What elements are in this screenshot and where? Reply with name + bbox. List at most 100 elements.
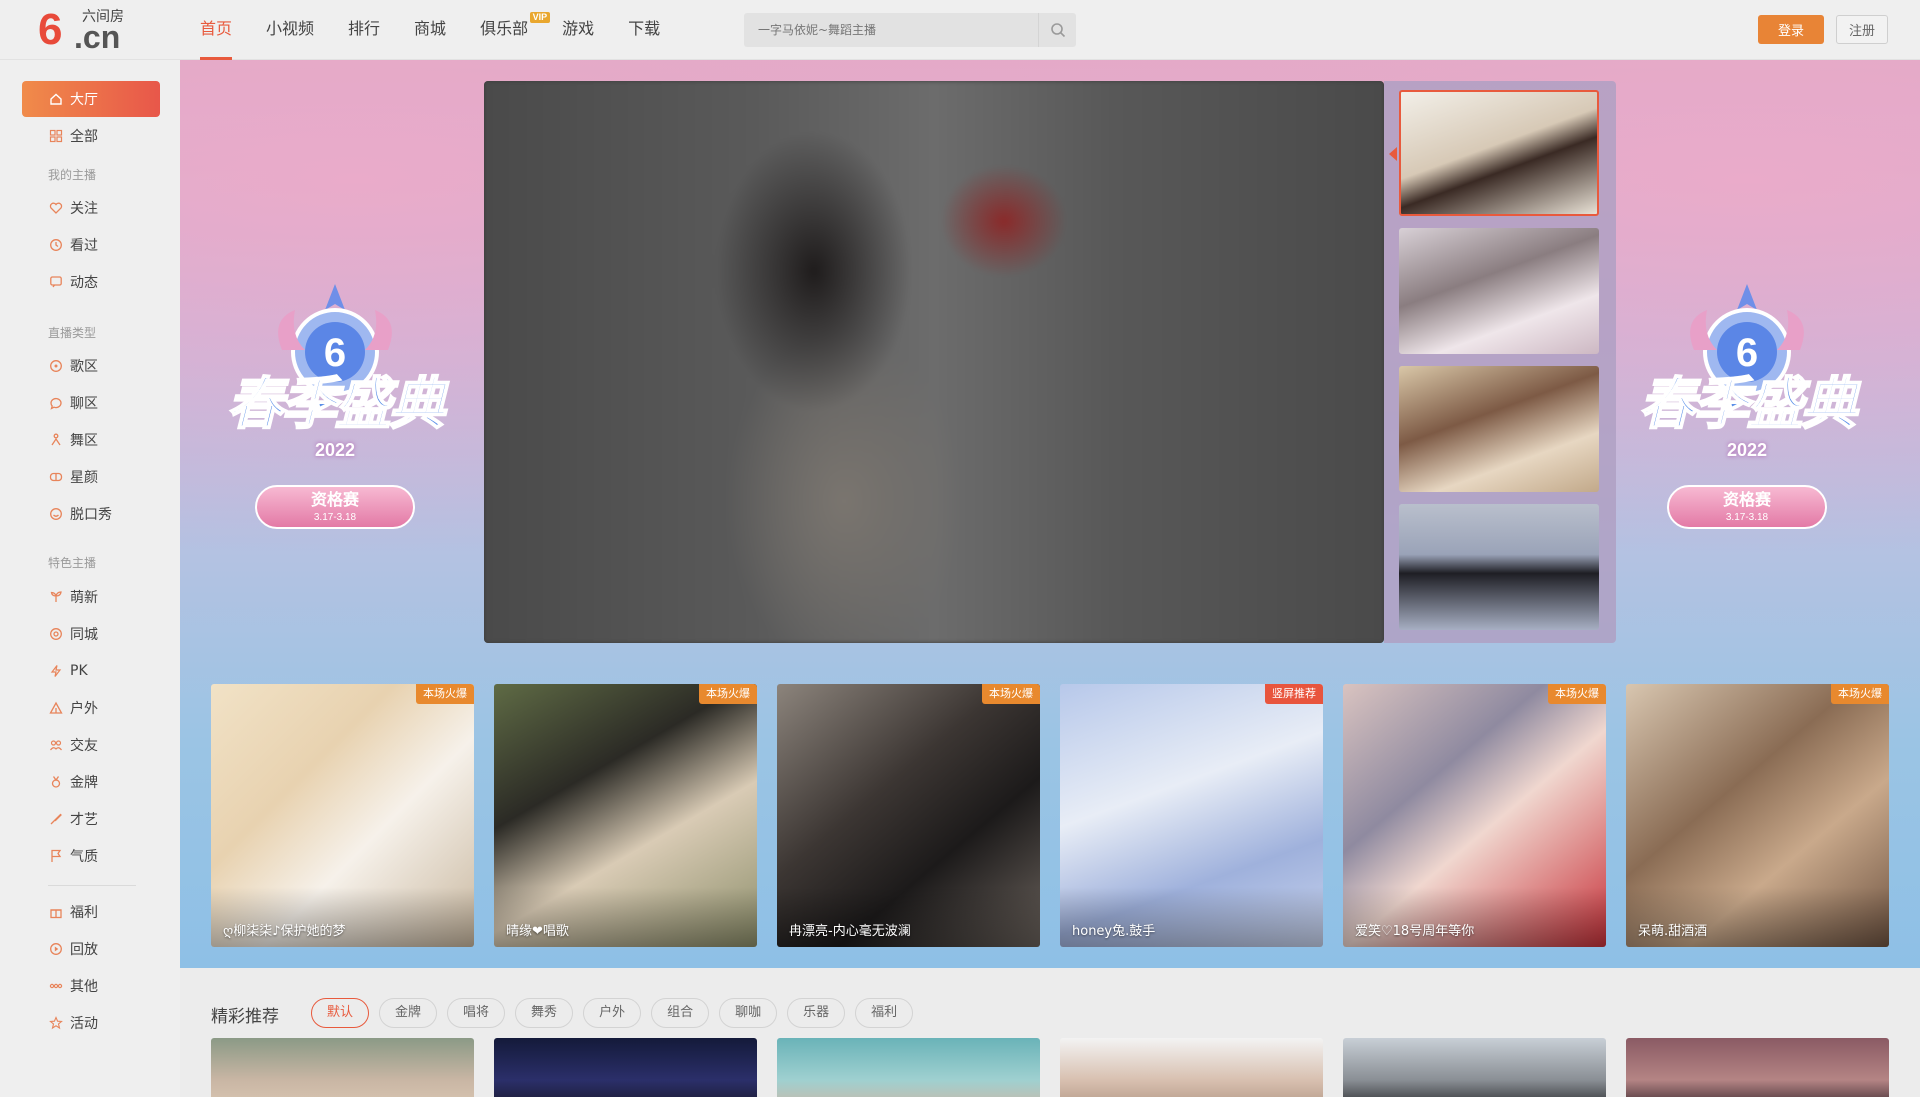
search-button[interactable] — [1038, 13, 1076, 47]
sidebar-item-label: 星颜 — [70, 470, 98, 486]
sidebar-item-label: 脱口秀 — [70, 507, 112, 523]
stream-card[interactable]: 本场火爆 呆萌.甜酒酒 — [1626, 684, 1889, 947]
stream-card[interactable] — [494, 1038, 757, 1097]
sidebar-item-elegance[interactable]: 气质 — [22, 838, 160, 874]
sidebar-item-dance[interactable]: 舞区 — [22, 422, 160, 458]
stream-card[interactable] — [1626, 1038, 1889, 1097]
category-filter-bar: 默认 金牌 唱将 舞秀 户外 组合 聊咖 乐器 福利 — [311, 998, 923, 1028]
sidebar-item-feed[interactable]: 动态 — [22, 264, 160, 300]
stream-thumbnail[interactable] — [1399, 228, 1599, 354]
event-title: 春季盛典 — [226, 371, 446, 438]
register-button[interactable]: 注册 — [1836, 15, 1888, 44]
sidebar-item-label: 动态 — [70, 275, 98, 291]
svg-text:6: 6 — [324, 331, 346, 375]
gift-icon — [48, 904, 64, 920]
sidebar-item-all[interactable]: 全部 — [22, 118, 160, 154]
card-streamer-name: 爱笑♡18号周年等你 — [1355, 924, 1475, 939]
filter-chip[interactable]: 组合 — [651, 998, 710, 1028]
card-tag: 本场火爆 — [416, 684, 474, 704]
stream-card[interactable]: 本场火爆 ღ柳柒柒♪保护她的梦 — [211, 684, 474, 947]
sidebar-item-nearby[interactable]: 同城 — [22, 616, 160, 652]
nav-club-label: 俱乐部 — [480, 19, 529, 38]
sidebar-item-label: 关注 — [70, 201, 98, 217]
filter-chip[interactable]: 户外 — [583, 998, 642, 1028]
filter-chip[interactable]: 乐器 — [787, 998, 846, 1028]
nav-games[interactable]: 游戏 — [562, 0, 594, 60]
sidebar-item-lobby[interactable]: 大厅 — [22, 81, 160, 117]
sidebar-item-song[interactable]: 歌区 — [22, 348, 160, 384]
stream-card[interactable]: 本场火爆 冉漂亮-内心毫无波澜 — [777, 684, 1040, 947]
sidebar-item-other[interactable]: 其他 — [22, 968, 160, 1004]
stream-card[interactable] — [1343, 1038, 1606, 1097]
medal-icon — [48, 774, 64, 790]
stream-card[interactable]: 本场火爆 晴缘❤唱歌 — [494, 684, 757, 947]
tent-icon — [48, 700, 64, 716]
sidebar-item-watched[interactable]: 看过 — [22, 227, 160, 263]
event-stage: 资格赛 — [1722, 490, 1771, 509]
sidebar-item-follow[interactable]: 关注 — [22, 190, 160, 226]
event-logo-left[interactable]: 6 春季盛典 2022 资格赛 3.17-3.18 — [200, 280, 470, 560]
svg-text:6: 6 — [1736, 331, 1758, 375]
sidebar-item-welfare[interactable]: 福利 — [22, 894, 160, 930]
grid-icon — [48, 128, 64, 144]
filter-chip[interactable]: 福利 — [855, 998, 914, 1028]
nav-mall[interactable]: 商城 — [414, 0, 446, 60]
card-tag: 本场火爆 — [982, 684, 1040, 704]
stream-thumbnail[interactable] — [1399, 90, 1599, 216]
stream-card[interactable]: 本场火爆 爱笑♡18号周年等你 — [1343, 684, 1606, 947]
card-streamer-name: honey兔.鼓手 — [1072, 924, 1156, 939]
stream-thumbnail[interactable] — [1399, 366, 1599, 492]
sidebar-item-label: 气质 — [70, 849, 98, 865]
sidebar-item-chat[interactable]: 聊区 — [22, 385, 160, 421]
sidebar-item-star[interactable]: 星颜 — [22, 459, 160, 495]
sidebar-item-pk[interactable]: PK — [22, 653, 160, 689]
nav-home[interactable]: 首页 — [200, 0, 233, 60]
event-year: 2022 — [1726, 440, 1768, 460]
stream-card[interactable] — [777, 1038, 1040, 1097]
dance-icon — [48, 432, 64, 448]
sidebar-item-events[interactable]: 活动 — [22, 1005, 160, 1041]
sidebar-item-label: 全部 — [70, 129, 98, 145]
stream-card[interactable] — [1060, 1038, 1323, 1097]
sidebar-item-talkshow[interactable]: 脱口秀 — [22, 496, 160, 532]
site-logo[interactable]: 6 六间房 .cn — [38, 7, 138, 54]
nav-ranking[interactable]: 排行 — [348, 0, 380, 60]
sidebar-item-label: 才艺 — [70, 812, 98, 828]
nav-short-video[interactable]: 小视频 — [266, 0, 314, 60]
sidebar-item-gold[interactable]: 金牌 — [22, 764, 160, 800]
stream-card[interactable]: 竖屏推荐 honey兔.鼓手 — [1060, 684, 1323, 947]
event-logo-right[interactable]: 6 春季盛典 2022 资格赛 3.17-3.18 — [1612, 280, 1882, 560]
filter-chip[interactable]: 金牌 — [379, 998, 438, 1028]
card-streamer-name: 冉漂亮-内心毫无波澜 — [789, 924, 911, 939]
filter-chip[interactable]: 舞秀 — [515, 998, 574, 1028]
card-tag: 竖屏推荐 — [1265, 684, 1323, 704]
sidebar-item-label: 同城 — [70, 627, 98, 643]
card-tag: 本场火爆 — [1831, 684, 1889, 704]
nav-club[interactable]: 俱乐部 VIP — [480, 0, 551, 60]
filter-chip[interactable]: 唱将 — [447, 998, 506, 1028]
live-video-player[interactable] — [484, 81, 1384, 643]
people-icon — [48, 737, 64, 753]
replay-icon — [48, 941, 64, 957]
stream-thumbnail[interactable] — [1399, 504, 1599, 630]
sidebar-divider — [48, 885, 136, 886]
filter-chip[interactable]: 聊咖 — [719, 998, 778, 1028]
filter-chip[interactable]: 默认 — [311, 998, 370, 1028]
sidebar-item-friends[interactable]: 交友 — [22, 727, 160, 763]
sidebar-section-my: 我的主播 — [48, 168, 97, 182]
nav-download[interactable]: 下载 — [628, 0, 660, 60]
sidebar-section-special: 特色主播 — [48, 556, 97, 570]
star-icon — [48, 1015, 64, 1031]
sidebar-item-newbie[interactable]: 萌新 — [22, 579, 160, 615]
sidebar-item-label: 看过 — [70, 238, 98, 254]
brush-icon — [48, 811, 64, 827]
search-input[interactable] — [744, 13, 1038, 47]
sprout-icon — [48, 589, 64, 605]
login-button[interactable]: 登录 — [1758, 15, 1824, 44]
left-sidebar: 大厅 全部 我的主播 关注 看过 动态 直播类型 歌区 聊区 舞区 星颜 脱口秀… — [0, 60, 180, 1097]
sidebar-item-outdoor[interactable]: 户外 — [22, 690, 160, 726]
sidebar-item-label: 福利 — [70, 905, 98, 921]
stream-card[interactable] — [211, 1038, 474, 1097]
sidebar-item-talent[interactable]: 才艺 — [22, 801, 160, 837]
sidebar-item-replay[interactable]: 回放 — [22, 931, 160, 967]
